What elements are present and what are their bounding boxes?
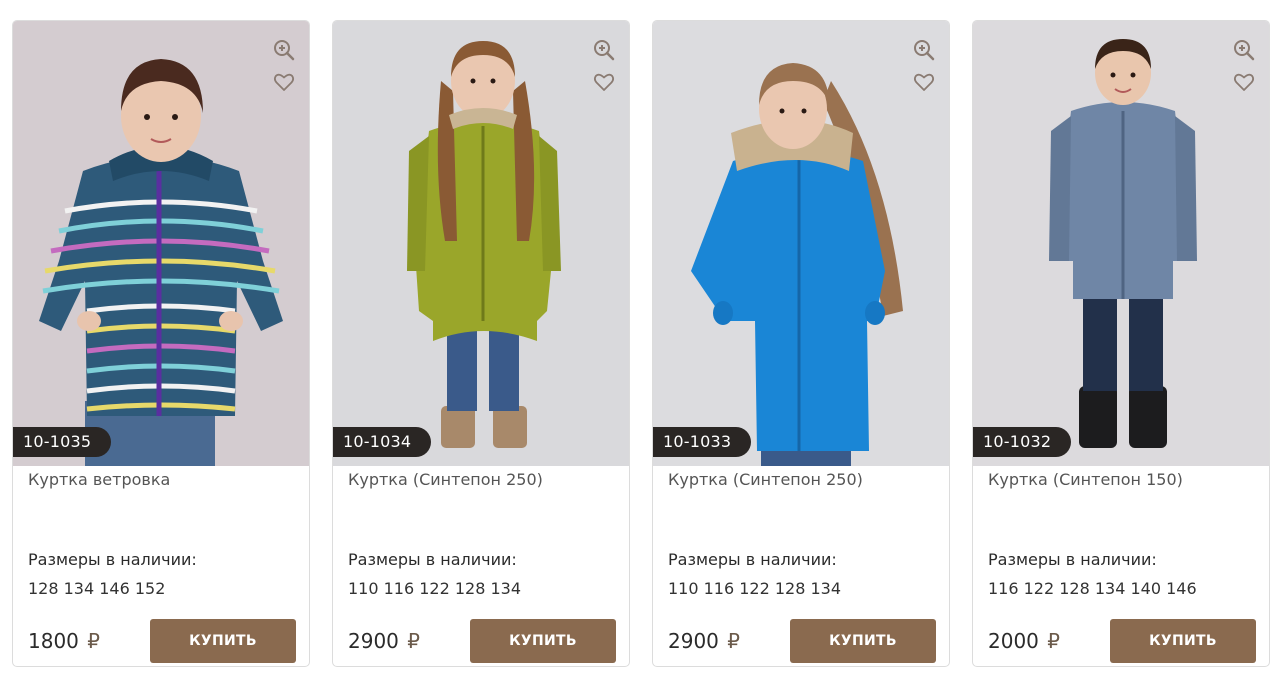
price-value: 1800: [28, 629, 79, 653]
price: 1800 ₽: [28, 629, 100, 653]
product-name[interactable]: Куртка ветровка: [28, 470, 170, 489]
sizes-label: Размеры в наличии:: [28, 550, 197, 569]
price: 2900 ₽: [668, 629, 740, 653]
product-photo[interactable]: [333, 21, 629, 466]
price: 2900 ₽: [348, 629, 420, 653]
sku-badge: 10-1034: [333, 427, 432, 457]
zoom-in-icon[interactable]: [1233, 39, 1255, 61]
zoom-in-icon[interactable]: [273, 39, 295, 61]
price: 2000 ₽: [988, 629, 1060, 653]
product-card: 10-1033 Куртка (Синтепон 250) Размеры в …: [652, 20, 950, 667]
product-photo[interactable]: [653, 21, 949, 466]
sku-badge: 10-1035: [13, 427, 112, 457]
buy-button[interactable]: КУПИТЬ: [470, 619, 616, 663]
heart-icon[interactable]: [273, 71, 295, 93]
product-card: 10-1032 Куртка (Синтепон 150) Размеры в …: [972, 20, 1270, 667]
sizes-label: Размеры в наличии:: [668, 550, 837, 569]
price-value: 2000: [988, 629, 1039, 653]
sizes-list: 116 122 128 134 140 146: [988, 579, 1197, 598]
product-card: 10-1034 Куртка (Синтепон 250) Размеры в …: [332, 20, 630, 667]
sizes-list: 110 116 122 128 134: [348, 579, 522, 598]
sku-badge: 10-1033: [653, 427, 752, 457]
zoom-in-icon[interactable]: [593, 39, 615, 61]
sizes-list: 128 134 146 152: [28, 579, 166, 598]
price-value: 2900: [348, 629, 399, 653]
product-photo[interactable]: [973, 21, 1269, 466]
product-photo[interactable]: [13, 21, 309, 466]
buy-button[interactable]: КУПИТЬ: [1110, 619, 1256, 663]
buy-button[interactable]: КУПИТЬ: [150, 619, 296, 663]
product-name[interactable]: Куртка (Синтепон 250): [668, 470, 863, 489]
zoom-in-icon[interactable]: [913, 39, 935, 61]
currency-symbol: ₽: [727, 629, 740, 653]
price-value: 2900: [668, 629, 719, 653]
sku-badge: 10-1032: [973, 427, 1072, 457]
sizes-label: Размеры в наличии:: [988, 550, 1157, 569]
sizes-list: 110 116 122 128 134: [668, 579, 842, 598]
buy-button[interactable]: КУПИТЬ: [790, 619, 936, 663]
heart-icon[interactable]: [1233, 71, 1255, 93]
product-name[interactable]: Куртка (Синтепон 250): [348, 470, 543, 489]
product-grid: 10-1035 Куртка ветровка Размеры в наличи…: [0, 0, 1280, 683]
sizes-label: Размеры в наличии:: [348, 550, 517, 569]
heart-icon[interactable]: [593, 71, 615, 93]
currency-symbol: ₽: [1047, 629, 1060, 653]
product-card: 10-1035 Куртка ветровка Размеры в наличи…: [12, 20, 310, 667]
product-name[interactable]: Куртка (Синтепон 150): [988, 470, 1183, 489]
currency-symbol: ₽: [407, 629, 420, 653]
heart-icon[interactable]: [913, 71, 935, 93]
currency-symbol: ₽: [87, 629, 100, 653]
